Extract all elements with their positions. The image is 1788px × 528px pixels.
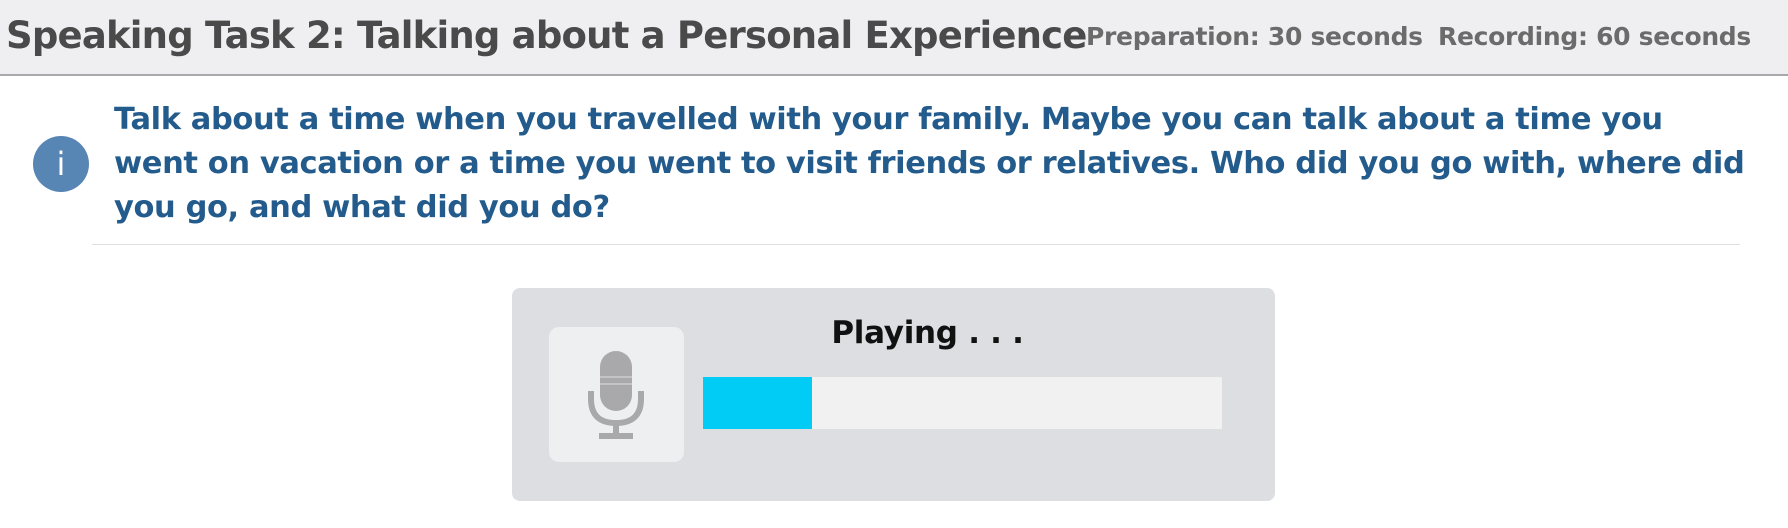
task-prompt: Talk about a time when you travelled wit… [114,102,1745,225]
microphone-icon [588,351,644,439]
progress-bar [703,377,1222,429]
task-header: Speaking Task 2: Talking about a Persona… [0,0,1788,76]
audio-player: Playing . . . [512,288,1275,501]
info-icon: i [33,136,89,192]
progress-bar-fill [703,377,812,429]
playback-status-label: Playing . . . [831,315,1024,351]
recording-time: Recording: 60 seconds [1438,22,1751,51]
task-title: Speaking Task 2: Talking about a Persona… [6,14,1087,57]
preparation-time: Preparation: 30 seconds [1086,22,1423,51]
playback-status: Playing . . . [512,315,1275,351]
divider [92,244,1740,245]
